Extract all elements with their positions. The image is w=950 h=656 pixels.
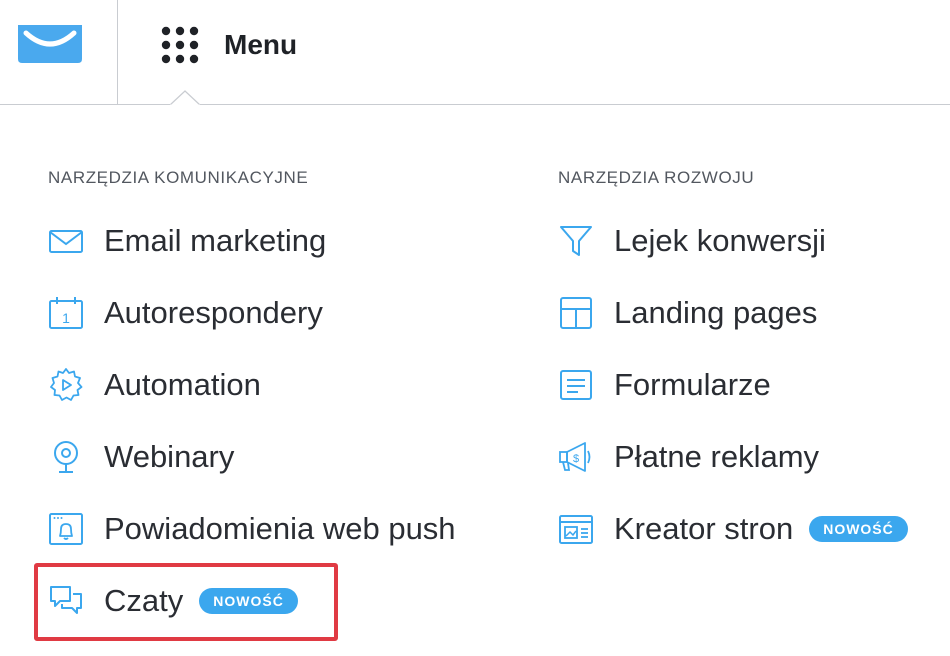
menu-item-label: Webinary: [104, 439, 235, 474]
menu-item-webinary[interactable]: Webinary: [48, 421, 456, 493]
layout-icon: [558, 295, 594, 331]
form-icon: [558, 367, 594, 403]
grid-dots-icon: [161, 26, 199, 64]
getresponse-logo[interactable]: [18, 25, 82, 63]
menu-label: Menu: [224, 29, 298, 60]
menu-item-label: Lejek konwersji: [614, 223, 826, 258]
chat-bubbles-icon: [48, 583, 84, 619]
menu-button[interactable]: Menu: [160, 20, 297, 70]
menu-item-label: Formularze: [614, 367, 771, 402]
menu-item-label: Płatne reklamy: [614, 439, 820, 474]
new-badge: NOWOŚĆ: [199, 588, 298, 614]
megaphone-dollar-icon: $: [558, 439, 594, 475]
column-heading: NARZĘDZIA KOMUNIKACYJNE: [48, 168, 309, 187]
dropdown-caret: [170, 90, 200, 106]
calendar-icon: 1: [48, 295, 84, 331]
menu-item-formularze[interactable]: Formularze: [558, 349, 908, 421]
menu-item-platne-reklamy[interactable]: $ Płatne reklamy: [558, 421, 908, 493]
webcam-icon: [48, 439, 84, 475]
gear-play-icon: [48, 367, 84, 403]
website-builder-icon: [558, 511, 594, 547]
envelope-icon: [48, 223, 84, 259]
top-navigation-bar: Menu: [0, 0, 950, 104]
menu-item-label: Powiadomienia web push: [104, 511, 456, 546]
communication-tools-column: NARZĘDZIA KOMUNIKACYJNE Email marketing …: [48, 160, 456, 637]
menu-item-email-marketing[interactable]: Email marketing: [48, 205, 456, 277]
menu-item-lejek-konwersji[interactable]: Lejek konwersji: [558, 205, 908, 277]
browser-bell-icon: [48, 511, 84, 547]
menu-item-label: Autorespondery: [104, 295, 323, 330]
column-heading: NARZĘDZIA ROZWOJU: [558, 168, 755, 187]
growth-tools-column: NARZĘDZIA ROZWOJU Lejek konwersji Landin…: [558, 160, 908, 565]
menu-item-automation[interactable]: Automation: [48, 349, 456, 421]
menu-item-label: Kreator stron: [614, 511, 794, 546]
header-divider: [117, 0, 118, 104]
svg-text:1: 1: [62, 310, 70, 326]
menu-item-czaty[interactable]: Czaty NOWOŚĆ: [48, 565, 456, 637]
header-bottom-border: [0, 104, 950, 105]
menu-item-kreator-stron[interactable]: Kreator stron NOWOŚĆ: [558, 493, 908, 565]
new-badge: NOWOŚĆ: [809, 516, 908, 542]
menu-item-label: Automation: [104, 367, 261, 402]
menu-item-powiadomienia-web-push[interactable]: Powiadomienia web push: [48, 493, 456, 565]
menu-item-label: Landing pages: [614, 295, 818, 330]
menu-item-landing-pages[interactable]: Landing pages: [558, 277, 908, 349]
svg-text:$: $: [573, 453, 579, 465]
funnel-icon: [558, 223, 594, 259]
menu-item-label: Czaty: [104, 583, 184, 618]
menu-item-label: Email marketing: [104, 223, 327, 258]
menu-item-autorespondery[interactable]: 1 Autorespondery: [48, 277, 456, 349]
